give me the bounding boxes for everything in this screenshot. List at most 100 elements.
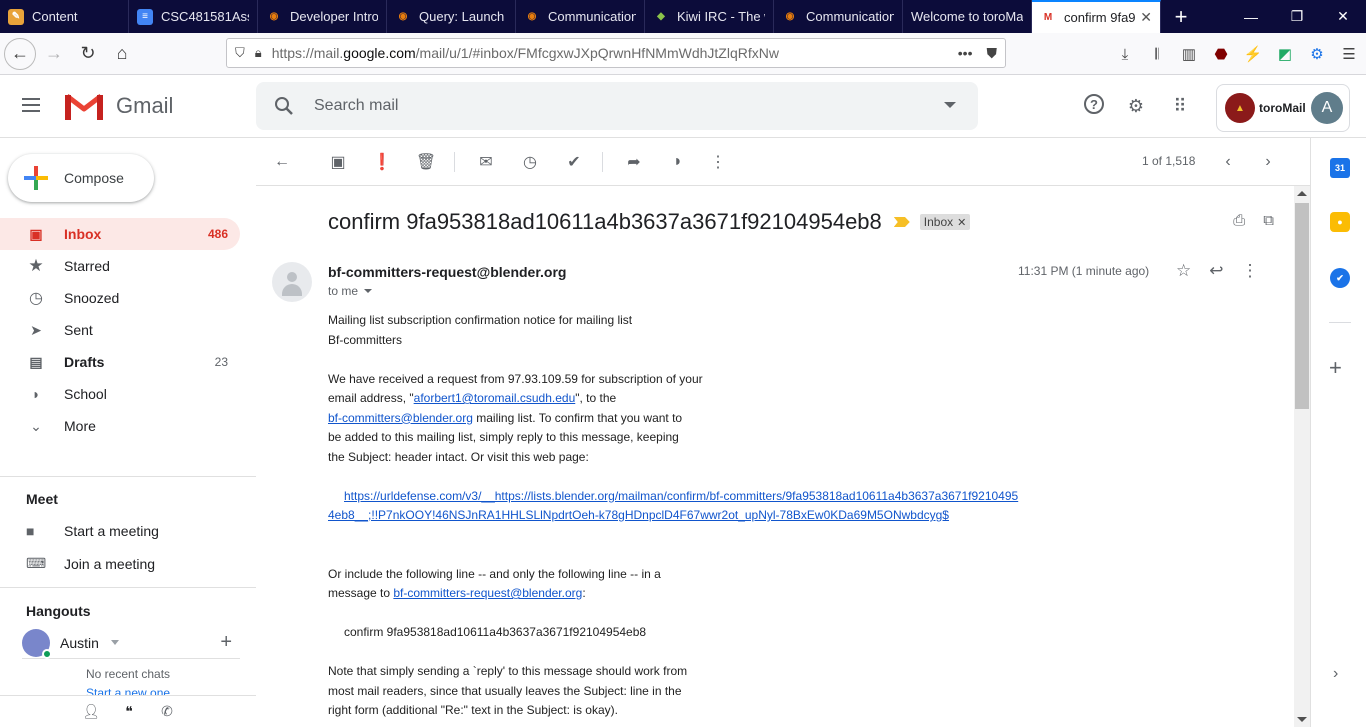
back-to-inbox-icon[interactable]: ← xyxy=(270,150,294,174)
page-actions-icon[interactable]: ••• xyxy=(958,45,973,62)
browser-tab[interactable]: ◉ Developer Intro/ xyxy=(258,0,387,33)
menu-icon[interactable]: ☰ xyxy=(1338,43,1360,65)
delete-icon[interactable]: 🗑︎ xyxy=(414,150,438,174)
sidebar-item-inbox[interactable]: ▣ Inbox 486 xyxy=(0,218,240,250)
forward-arrow-icon[interactable]: → xyxy=(38,38,70,70)
importance-marker-icon[interactable] xyxy=(893,217,910,227)
account-avatar[interactable]: A xyxy=(1311,92,1343,124)
divider xyxy=(0,476,256,477)
scrollbar-thumb[interactable] xyxy=(1295,203,1309,409)
search-icon[interactable] xyxy=(272,94,296,118)
browser-tab-active[interactable]: Mconfirm 9fa9 ✕ xyxy=(1032,0,1161,33)
lock-icon[interactable]: 🔒︎ xyxy=(255,45,262,61)
scroll-up-arrow[interactable] xyxy=(1297,191,1307,196)
settings-gear-icon[interactable]: ⚙ xyxy=(1124,94,1148,118)
ublock-icon[interactable]: ⬣ xyxy=(1210,43,1232,65)
minimize-icon[interactable]: — xyxy=(1228,0,1274,33)
browser-tab[interactable]: ◉ Communication xyxy=(774,0,903,33)
report-spam-icon[interactable]: ❗ xyxy=(370,150,394,174)
calendar-icon[interactable]: 31 xyxy=(1330,158,1350,178)
new-tab-button[interactable]: + xyxy=(1161,0,1201,33)
sidebar-item-starred[interactable]: ★ Starred xyxy=(0,250,240,282)
tasks-icon[interactable]: ✔ xyxy=(1330,268,1350,288)
sidebar-item-sent[interactable]: ➤ Sent xyxy=(0,314,240,346)
more-options-icon[interactable]: ⋮ xyxy=(1242,261,1259,281)
remove-label-icon[interactable]: ✕ xyxy=(957,216,966,229)
join-meeting-button[interactable]: ⌨ Join a meeting xyxy=(26,555,155,572)
confirm-url-link[interactable]: https://urldefense.com/v3/__https://list… xyxy=(344,489,1018,503)
browser-tab[interactable]: ✎ Content xyxy=(0,0,129,33)
blender-icon: ◉ xyxy=(785,11,795,22)
reload-icon[interactable]: ↻ xyxy=(72,38,104,70)
archive-icon[interactable]: ▣ xyxy=(326,150,350,174)
request-address-link[interactable]: bf-committers-request@blender.org xyxy=(393,586,582,600)
download-icon[interactable]: ⤓ xyxy=(1114,43,1136,65)
snooze-icon[interactable]: ◷ xyxy=(518,150,542,174)
gmail-logo[interactable]: Gmail xyxy=(65,92,173,120)
barcode-icon[interactable]: ▥ xyxy=(1178,43,1200,65)
main-menu-icon[interactable] xyxy=(22,94,50,118)
recipients-toggle[interactable]: to me xyxy=(328,284,373,298)
newer-chevron-icon[interactable]: ‹ xyxy=(1216,150,1240,174)
shield-icon[interactable]: ⛉ xyxy=(235,45,245,61)
sidebar-item-school[interactable]: ◗ School xyxy=(0,378,240,410)
expand-panel-icon[interactable]: › xyxy=(1333,665,1338,683)
add-addon-icon[interactable]: + xyxy=(1329,355,1342,381)
divider xyxy=(1329,322,1351,323)
sender-avatar[interactable] xyxy=(272,262,312,302)
subject-line: confirm 9fa953818ad10611a4b3637a3671f921… xyxy=(328,209,971,235)
browser-tab[interactable]: ◆ Kiwi IRC - The w xyxy=(645,0,774,33)
keep-icon[interactable]: ● xyxy=(1330,212,1350,232)
email-link[interactable]: aforbert1@toromail.csudh.edu xyxy=(414,391,576,405)
send-icon: ➤ xyxy=(30,321,42,338)
hangouts-icon[interactable]: ❝ xyxy=(118,701,140,723)
extension-icon[interactable]: ⚡ xyxy=(1242,43,1264,65)
more-options-icon[interactable]: ⋮ xyxy=(706,150,730,174)
browser-tab[interactable]: ◉ Query: Launch xyxy=(387,0,516,33)
pocket-icon[interactable]: ⛊ xyxy=(987,45,998,62)
scroll-down-arrow[interactable] xyxy=(1297,717,1307,722)
back-arrow-icon[interactable]: ← xyxy=(4,37,36,70)
chevron-down-icon[interactable] xyxy=(110,640,119,645)
add-to-tasks-icon[interactable]: ✔ xyxy=(562,150,586,174)
mailing-list-link[interactable]: bf-committers@blender.org xyxy=(328,411,473,425)
hangouts-user-row[interactable]: Austin + xyxy=(22,627,240,659)
phone-icon[interactable]: ✆ xyxy=(156,701,178,723)
move-to-icon[interactable]: ➦ xyxy=(622,150,646,174)
add-chat-icon[interactable]: + xyxy=(220,631,232,654)
gmail-m-icon xyxy=(65,94,103,120)
message-scrollbar[interactable] xyxy=(1294,186,1310,727)
account-switcher[interactable]: ▲ toroMail A xyxy=(1216,84,1350,132)
start-meeting-button[interactable]: ■ Start a meeting xyxy=(26,523,159,539)
compose-button[interactable]: Compose xyxy=(8,154,154,202)
library-icon[interactable]: 𝄃 xyxy=(1146,43,1168,65)
browser-tab[interactable]: ≡CSC481581Assig xyxy=(129,0,258,33)
star-icon[interactable]: ☆ xyxy=(1176,261,1191,281)
confirm-url-link-cont[interactable]: 4eb8__;!!P7nkOOY!46NSJnRA1HHLSLlNpdrtOeh… xyxy=(328,508,949,522)
close-tab-icon[interactable]: ✕ xyxy=(1140,9,1152,26)
close-window-icon[interactable]: ✕ xyxy=(1320,0,1366,33)
label-icon[interactable]: ◗ xyxy=(666,150,690,174)
browser-tab[interactable]: ◉ Communication xyxy=(516,0,645,33)
home-icon[interactable]: ⌂ xyxy=(106,38,138,70)
mark-unread-icon[interactable]: ✉ xyxy=(474,150,498,174)
sidebar-item-drafts[interactable]: ▤ Drafts 23 xyxy=(0,346,240,378)
reply-icon[interactable]: ↩ xyxy=(1209,261,1223,281)
sidebar-item-more[interactable]: ⌄ More xyxy=(0,410,240,442)
apps-grid-icon[interactable]: ⠿ xyxy=(1168,94,1192,118)
sidebar-item-snoozed[interactable]: ◷ Snoozed xyxy=(0,282,240,314)
extensions-icon[interactable]: ⚙ xyxy=(1306,43,1328,65)
browser-tab[interactable]: Welcome to toroMa xyxy=(903,0,1032,33)
help-icon[interactable]: ? xyxy=(1084,94,1104,114)
url-bar[interactable]: ⛉ 🔒︎ https://mail.google.com/mail/u/1/#i… xyxy=(226,38,1006,68)
print-icon[interactable]: ⎙ xyxy=(1233,212,1245,229)
search-bar[interactable]: Search mail xyxy=(256,82,978,130)
maximize-icon[interactable]: ❐ xyxy=(1274,0,1320,33)
older-chevron-icon[interactable]: › xyxy=(1256,150,1280,174)
open-new-window-icon[interactable]: ⧉ xyxy=(1263,212,1274,229)
search-input[interactable]: Search mail xyxy=(314,97,398,115)
contacts-icon[interactable]: 👤︎ xyxy=(80,701,102,723)
search-options-icon[interactable] xyxy=(944,102,956,108)
extension-icon[interactable]: ◩ xyxy=(1274,43,1296,65)
sender-email[interactable]: bf-committers-request@blender.org xyxy=(328,264,566,280)
